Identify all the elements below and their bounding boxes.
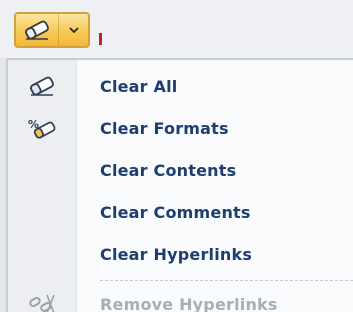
clear-menu: Clear All % Clear Formats Clear Contents… <box>6 58 353 312</box>
excel-clear-dropdown: Clear All % Clear Formats Clear Contents… <box>0 0 353 312</box>
remove-hyperlink-icon <box>8 284 76 312</box>
active-cell-marker <box>99 33 102 45</box>
menu-item-label: Clear Contents <box>100 160 237 180</box>
menu-item-clear-contents[interactable]: Clear Contents <box>8 150 353 190</box>
menu-item-label: Clear All <box>100 76 178 96</box>
empty-icon-slot <box>8 234 76 274</box>
eraser-icon <box>8 66 76 106</box>
menu-item-label: Remove Hyperlinks <box>100 294 278 312</box>
menu-item-clear-hyperlinks[interactable]: Clear Hyperlinks <box>8 234 353 274</box>
clear-split-button[interactable] <box>14 12 90 48</box>
dropdown-arrow-icon[interactable] <box>58 14 88 46</box>
menu-item-clear-formats[interactable]: % Clear Formats <box>8 108 353 148</box>
menu-item-clear-all[interactable]: Clear All <box>8 66 353 106</box>
menu-separator <box>100 280 353 281</box>
menu-item-label: Clear Hyperlinks <box>100 244 253 264</box>
empty-icon-slot <box>8 150 76 190</box>
menu-item-label: Clear Comments <box>100 202 251 222</box>
menu-item-label: Clear Formats <box>100 118 229 138</box>
eraser-icon[interactable] <box>16 14 58 46</box>
menu-item-clear-comments[interactable]: Clear Comments <box>8 192 353 232</box>
clear-formats-icon: % <box>8 108 76 148</box>
menu-item-remove-hyperlinks: Remove Hyperlinks <box>8 284 353 312</box>
empty-icon-slot <box>8 192 76 232</box>
